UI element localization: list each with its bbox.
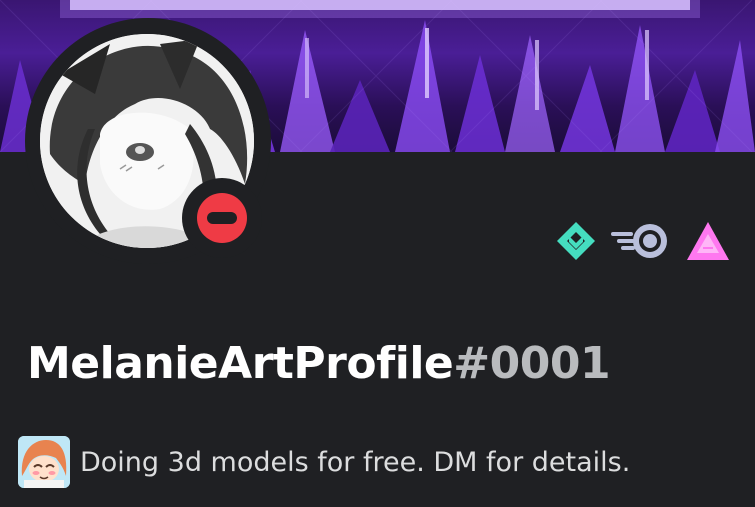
nitro-boost-icon[interactable] — [611, 220, 671, 262]
username-discriminator: #0001 — [453, 338, 611, 389]
early-supporter-icon[interactable] — [685, 220, 731, 262]
custom-status: Doing 3d models for free. DM for details… — [18, 436, 630, 488]
emoji-art — [18, 436, 70, 488]
dnd-status-icon — [197, 193, 247, 243]
blushing-girl-emoji — [18, 436, 70, 488]
badge-list — [555, 216, 731, 266]
username-name: MelanieArtProfile — [27, 338, 454, 389]
custom-status-text: Doing 3d models for free. DM for details… — [80, 446, 631, 478]
hypesquad-balance-icon[interactable] — [555, 220, 597, 262]
username: MelanieArtProfile#0001 — [27, 338, 611, 389]
profile-card: MelanieArtProfile#0001 Doing 3d models f… — [0, 0, 755, 507]
